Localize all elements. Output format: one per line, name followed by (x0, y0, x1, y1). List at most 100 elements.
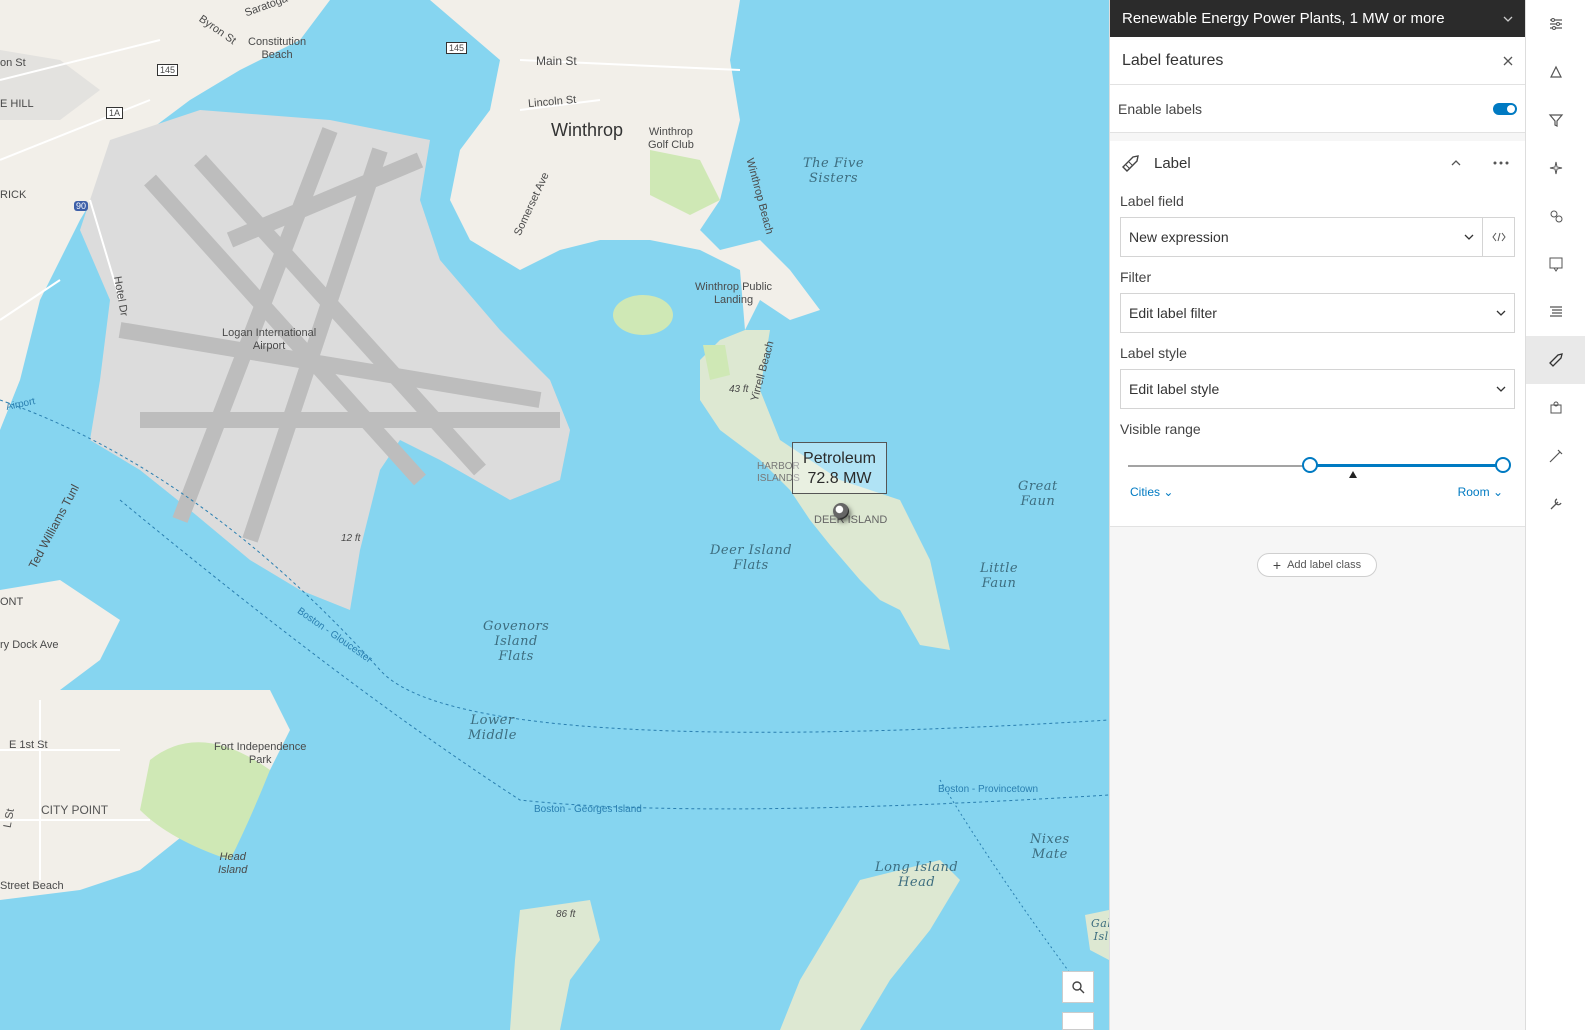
rail-properties[interactable] (1526, 0, 1585, 48)
panel-header: Label features (1110, 37, 1525, 85)
map-label-deer-island: DEER ISLAND (814, 514, 888, 526)
more-options-icon[interactable] (1493, 161, 1509, 165)
route-shield-90: 90 (74, 201, 89, 212)
enable-labels-row: Enable labels (1110, 85, 1525, 133)
rail-filter[interactable] (1526, 96, 1585, 144)
rail-labels[interactable] (1526, 336, 1585, 384)
search-icon (1072, 981, 1085, 994)
label-field-value: New expression (1129, 229, 1229, 245)
map-label-nixes-mate: Nixes Mate (1030, 832, 1070, 862)
configure-icon (1550, 498, 1562, 510)
route-shield-1a: 1A (106, 107, 124, 120)
label-features-panel: Renewable Energy Power Plants, 1 MW or m… (1109, 0, 1525, 1030)
plus-icon: + (1272, 557, 1282, 573)
map-label-constitution-beach: Constitution Beach (248, 36, 307, 61)
map-label-head-island: Head Island (218, 851, 248, 876)
close-icon[interactable] (1503, 56, 1513, 66)
map-label-winthrop: Winthrop (551, 120, 624, 140)
map-label-elev-12: 12 ft (341, 533, 361, 544)
rail-effects[interactable] (1526, 144, 1585, 192)
range-max-select[interactable]: Room ⌄ (1458, 485, 1503, 499)
labels-icon (1549, 353, 1563, 367)
filter-icon (1548, 114, 1564, 127)
chevron-down-icon (1496, 386, 1506, 392)
label-filter-value: Edit label filter (1129, 305, 1217, 321)
map-label-dry-dock: ry Dock Ave (0, 639, 59, 651)
range-max-label: Room (1457, 485, 1490, 499)
map-label-elev-43: 43 ft (729, 384, 749, 395)
fields-icon (1550, 306, 1562, 317)
range-max-handle[interactable] (1495, 457, 1511, 473)
map-label-e-hill: E HILL (0, 98, 34, 110)
map-label-logan-airport: Logan International Airport (222, 327, 317, 352)
layer-selector[interactable]: Renewable Energy Power Plants, 1 MW or m… (1110, 0, 1525, 37)
feature-label-popup: Petroleum 72.8 MW (792, 442, 887, 494)
label-filter-select[interactable]: Edit label filter (1120, 293, 1515, 333)
effects-icon (1549, 161, 1563, 175)
layer-title: Renewable Energy Power Plants, 1 MW or m… (1122, 10, 1445, 27)
properties-icon (1550, 18, 1562, 30)
chevron-up-icon[interactable] (1451, 160, 1461, 166)
route-shield-145-b: 145 (157, 64, 179, 77)
map-search-button[interactable] (1062, 971, 1094, 1003)
visible-range-slider[interactable] (1120, 445, 1515, 485)
map-label-boston-provincetown: Boston - Provincetown (938, 784, 1039, 795)
map-label-deer-island-flats: Deer Island Flats (710, 543, 793, 573)
feature-label-title: Petroleum (803, 450, 876, 467)
map-label-lower-middle: Lower Middle (468, 713, 517, 743)
map-label-great-faun: Great Faun (1018, 479, 1058, 509)
popups-icon (1549, 257, 1563, 272)
add-label-class-label: Add label class (1287, 559, 1362, 571)
map-label-main-st: Main St (536, 54, 577, 68)
label-style-select[interactable]: Edit label style (1120, 369, 1515, 409)
map-label-gal-isl: GalIsl (1091, 917, 1109, 943)
rail-forms[interactable] (1526, 384, 1585, 432)
visible-range-label: Visible range (1120, 421, 1201, 437)
rail-configure[interactable] (1526, 480, 1585, 528)
map-label-street-beach: Street Beach (0, 880, 64, 892)
map-label-fort-independence: Fort Independence Park (214, 741, 307, 766)
chevron-down-icon (1464, 234, 1474, 240)
map-label-elev-86: 86 ft (556, 909, 576, 920)
route-shield-145-a: 145 (446, 42, 468, 55)
range-min-handle[interactable] (1302, 457, 1318, 473)
map-label-winthrop-landing: Winthrop Public Landing (695, 281, 773, 306)
rail-styles[interactable] (1526, 48, 1585, 96)
settings-rail (1525, 0, 1585, 1030)
power-plant-marker[interactable] (833, 503, 849, 519)
rail-aggregation[interactable] (1526, 192, 1585, 240)
map-label-ont: ONT (0, 596, 24, 608)
map-label-long-island-head: Long Island Head (875, 860, 959, 890)
chevron-down-icon (1496, 310, 1506, 316)
label-class-header[interactable]: Label (1120, 141, 1515, 185)
enable-labels-label: Enable labels (1118, 100, 1203, 117)
enable-labels-toggle[interactable] (1493, 102, 1517, 115)
chevron-down-icon (1503, 16, 1513, 22)
rail-popups[interactable] (1526, 240, 1585, 288)
label-class-title: Label (1154, 154, 1191, 172)
label-field-select[interactable]: New expression (1120, 217, 1483, 257)
panel-title: Label features (1122, 51, 1224, 69)
add-label-class-button[interactable]: + Add label class (1257, 553, 1377, 577)
map-label-rick: RICK (0, 189, 27, 201)
map-view[interactable]: Constitution Beach Byron St Saratoga Main… (0, 0, 1109, 1030)
label-tag-icon (1122, 155, 1139, 172)
label-style-label: Label style (1120, 345, 1187, 361)
styles-icon (1550, 65, 1562, 78)
map-label-governors-flats: Govenors Island Flats (483, 619, 550, 664)
map-label-little-faun: Little Faun (980, 561, 1019, 591)
map-label-boston-georges: Boston - Georges Island (534, 804, 642, 815)
rail-fields[interactable] (1526, 288, 1585, 336)
map-label-e-1st-st: E 1st St (9, 739, 48, 751)
expression-editor-button[interactable] (1483, 217, 1515, 257)
forms-icon (1550, 401, 1562, 414)
sketch-icon (1549, 449, 1563, 463)
label-class-section: Label Label field New expression Filter … (1110, 141, 1525, 527)
label-style-value: Edit label style (1129, 381, 1220, 397)
map-zoom-button[interactable] (1062, 1012, 1094, 1030)
map-label-on-st: on St (0, 57, 26, 69)
range-min-select[interactable]: Cities ⌄ (1130, 485, 1173, 499)
map-label-city-point: CITY POINT (41, 803, 109, 817)
map-label-five-sisters: The Five Sisters (803, 156, 865, 186)
rail-sketch[interactable] (1526, 432, 1585, 480)
